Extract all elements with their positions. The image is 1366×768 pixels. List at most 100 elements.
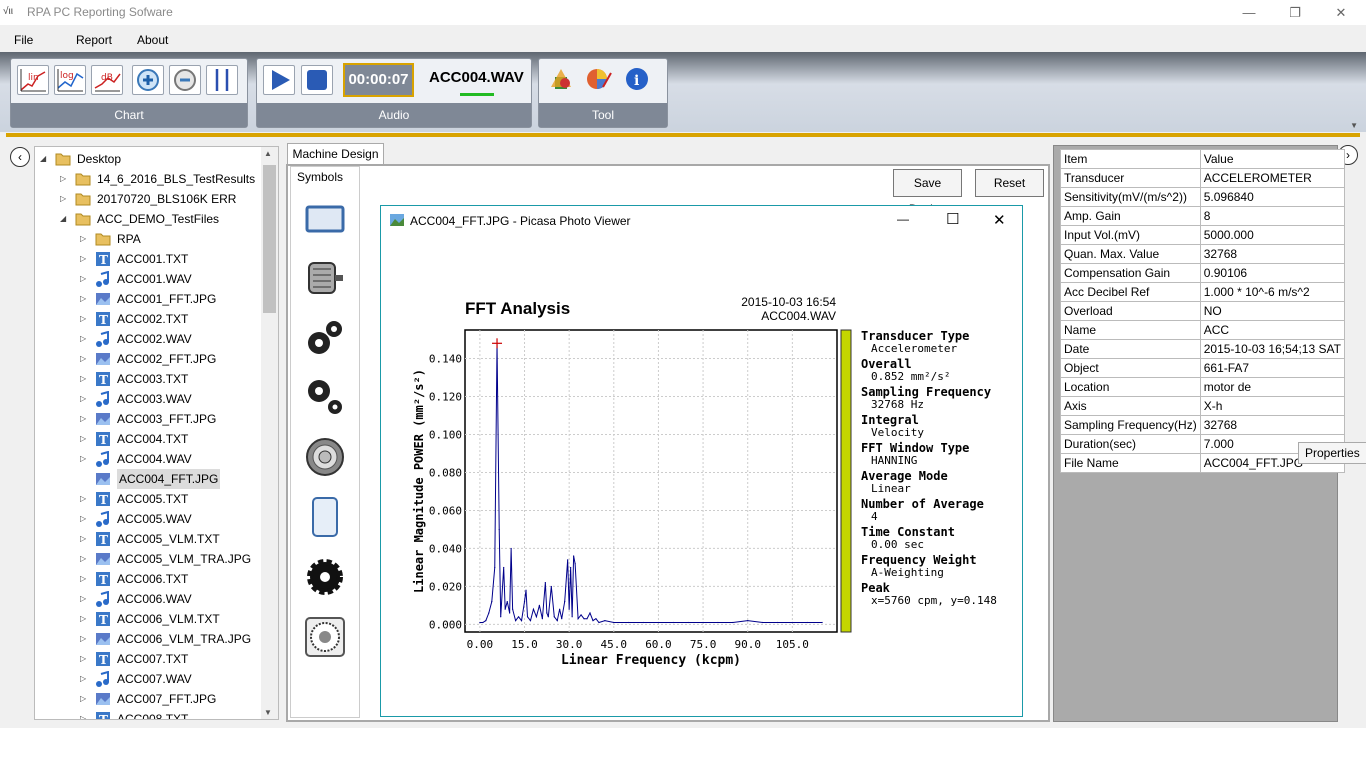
pie-tool-button[interactable] — [585, 67, 613, 91]
tree-item[interactable]: ▷ T ACC001.TXT — [35, 249, 261, 269]
tree-item[interactable]: ▷ ACC003.WAV — [35, 389, 261, 409]
tree-item[interactable]: ▷ ACC006_VLM_TRA.JPG — [35, 629, 261, 649]
tree-item[interactable]: ▷ 20170720_BLS106K ERR — [35, 189, 261, 209]
tree-item[interactable]: ▷ ACC006.WAV — [35, 589, 261, 609]
expand-arrow-icon[interactable]: ▷ — [80, 669, 86, 689]
expand-arrow-icon[interactable]: ▷ — [80, 649, 86, 669]
expand-arrow-icon[interactable]: ▷ — [80, 629, 86, 649]
expand-arrow-icon[interactable]: ▷ — [80, 709, 86, 719]
tree-item[interactable]: ▷ ACC005_VLM_TRA.JPG — [35, 549, 261, 569]
symbol-bearing[interactable] — [305, 437, 345, 477]
expand-arrow-icon[interactable]: ▷ — [80, 569, 86, 589]
expand-arrow-icon[interactable]: ▷ — [80, 409, 86, 429]
scrollbar-thumb[interactable] — [263, 165, 276, 313]
table-row[interactable]: Overload NO — [1060, 301, 1345, 321]
expand-arrow-icon[interactable]: ▷ — [80, 689, 86, 709]
table-row[interactable]: Input Vol.(mV) 5000.000 — [1060, 225, 1345, 245]
symbol-gear[interactable] — [305, 557, 345, 597]
expand-arrow-icon[interactable]: ▷ — [80, 609, 86, 629]
expand-arrow-icon[interactable]: ▷ — [80, 489, 86, 509]
expand-arrow-icon[interactable]: ▷ — [80, 449, 86, 469]
tree-item[interactable]: ▷ T ACC004.TXT — [35, 429, 261, 449]
table-row[interactable]: Location motor de — [1060, 377, 1345, 397]
table-row[interactable]: Object 661-FA7 — [1060, 358, 1345, 378]
play-button[interactable] — [263, 65, 295, 95]
tree-item[interactable]: ▷ T ACC005_VLM.TXT — [35, 529, 261, 549]
expand-arrow-icon[interactable]: ▷ — [80, 289, 86, 309]
symbol-fan[interactable] — [305, 617, 345, 657]
cursor-button[interactable] — [206, 65, 238, 95]
tree-item[interactable]: ▷ ACC001_FFT.JPG — [35, 289, 261, 309]
tree-item[interactable]: ▷ T ACC006.TXT — [35, 569, 261, 589]
table-row[interactable]: Quan. Max. Value 32768 — [1060, 244, 1345, 264]
maximize-button[interactable]: ❐ — [1272, 0, 1318, 25]
tree-item[interactable]: ▷ ACC007.WAV — [35, 669, 261, 689]
close-button[interactable]: ✕ — [1318, 0, 1364, 25]
tree-item[interactable]: ▷ ACC003_FFT.JPG — [35, 409, 261, 429]
tree-item[interactable]: ▷ RPA — [35, 229, 261, 249]
reset-button[interactable]: Reset — [975, 169, 1044, 197]
symbol-motor[interactable] — [305, 257, 345, 297]
tree-item[interactable]: ▷ T ACC006_VLM.TXT — [35, 609, 261, 629]
table-row[interactable]: Name ACC — [1060, 320, 1345, 340]
symbol-coupling[interactable] — [305, 497, 345, 537]
log-chart-button[interactable]: log — [54, 65, 86, 95]
tree-item[interactable]: ▷ T ACC007.TXT — [35, 649, 261, 669]
tree-item[interactable]: ▷ 14_6_2016_BLS_TestResults — [35, 169, 261, 189]
info-button[interactable]: i — [625, 67, 649, 91]
expand-arrow-icon[interactable]: ▷ — [80, 309, 86, 329]
expanded-arrow-icon[interactable]: ◢ — [60, 209, 66, 229]
symbol-base[interactable] — [305, 199, 345, 239]
calculator-tool-button[interactable] — [549, 67, 573, 91]
zoom-out-button[interactable] — [169, 65, 201, 95]
tree-item[interactable]: ▷ T ACC002.TXT — [35, 309, 261, 329]
stop-button[interactable] — [301, 65, 333, 95]
left-nav-button[interactable]: ‹ — [10, 147, 30, 167]
tree-item[interactable]: ▷ T ACC003.TXT — [35, 369, 261, 389]
menu-report[interactable]: Report — [76, 33, 112, 47]
expand-arrow-icon[interactable]: ▷ — [80, 429, 86, 449]
menu-about[interactable]: About — [137, 33, 168, 47]
expand-arrow-icon[interactable]: ▷ — [80, 529, 86, 549]
table-row[interactable]: Sensitivity(mV/(m/s^2)) 5.096840 — [1060, 187, 1345, 207]
viewer-maximize-button[interactable]: ☐ — [946, 210, 959, 228]
viewer-minimize-button[interactable]: — — [897, 212, 909, 226]
linear-chart-button[interactable]: lin — [17, 65, 49, 95]
expand-arrow-icon[interactable]: ▷ — [80, 369, 86, 389]
table-row[interactable]: Transducer ACCELEROMETER — [1060, 168, 1345, 188]
zoom-in-button[interactable] — [132, 65, 164, 95]
tree-item[interactable]: ▷ T ACC008.TXT — [35, 709, 261, 719]
expand-arrow-icon[interactable]: ▷ — [80, 549, 86, 569]
expand-arrow-icon[interactable]: ▷ — [80, 229, 86, 249]
tree-item[interactable]: ▷ ACC002_FFT.JPG — [35, 349, 261, 369]
minimize-button[interactable]: — — [1226, 0, 1272, 25]
db-chart-button[interactable]: dB — [91, 65, 123, 95]
table-row[interactable]: Date 2015-10-03 16;54;13 SAT — [1060, 339, 1345, 359]
tree-item[interactable]: ▷ ACC007_FFT.JPG — [35, 689, 261, 709]
scroll-down-icon[interactable]: ▼ — [264, 708, 272, 717]
expand-arrow-icon[interactable]: ▷ — [80, 349, 86, 369]
tree-scrollbar[interactable]: ▲ ▼ — [261, 147, 278, 719]
expand-arrow-icon[interactable]: ▷ — [80, 509, 86, 529]
viewer-close-button[interactable]: ✕ — [993, 211, 1006, 229]
table-row[interactable]: Axis X-h — [1060, 396, 1345, 416]
table-row[interactable]: Acc Decibel Ref 1.000 * 10^-6 m/s^2 — [1060, 282, 1345, 302]
tree-item[interactable]: ◢ ACC_DEMO_TestFiles — [35, 209, 261, 229]
scroll-up-icon[interactable]: ▲ — [264, 149, 272, 158]
tab-machine-design[interactable]: Machine Design — [287, 143, 384, 165]
expand-arrow-icon[interactable]: ▷ — [80, 249, 86, 269]
expand-arrow-icon[interactable]: ▷ — [80, 389, 86, 409]
expand-arrow-icon[interactable]: ▷ — [60, 189, 66, 209]
tree-item[interactable]: ▷ ACC002.WAV — [35, 329, 261, 349]
expand-arrow-icon[interactable]: ▷ — [60, 169, 66, 189]
tree-item[interactable]: ACC004_FFT.JPG — [35, 469, 261, 489]
menu-file[interactable]: File — [14, 33, 33, 47]
expanded-arrow-icon[interactable]: ◢ — [40, 149, 46, 169]
save-design-button[interactable]: Save Design — [893, 169, 962, 216]
tree-item[interactable]: ▷ ACC004.WAV — [35, 449, 261, 469]
expand-arrow-icon[interactable]: ▷ — [80, 269, 86, 289]
symbol-gear-train[interactable] — [305, 377, 345, 417]
expand-arrow-icon[interactable]: ▷ — [80, 329, 86, 349]
tree-item[interactable]: ▷ ACC001.WAV — [35, 269, 261, 289]
tree-item[interactable]: ◢ Desktop — [35, 149, 261, 169]
